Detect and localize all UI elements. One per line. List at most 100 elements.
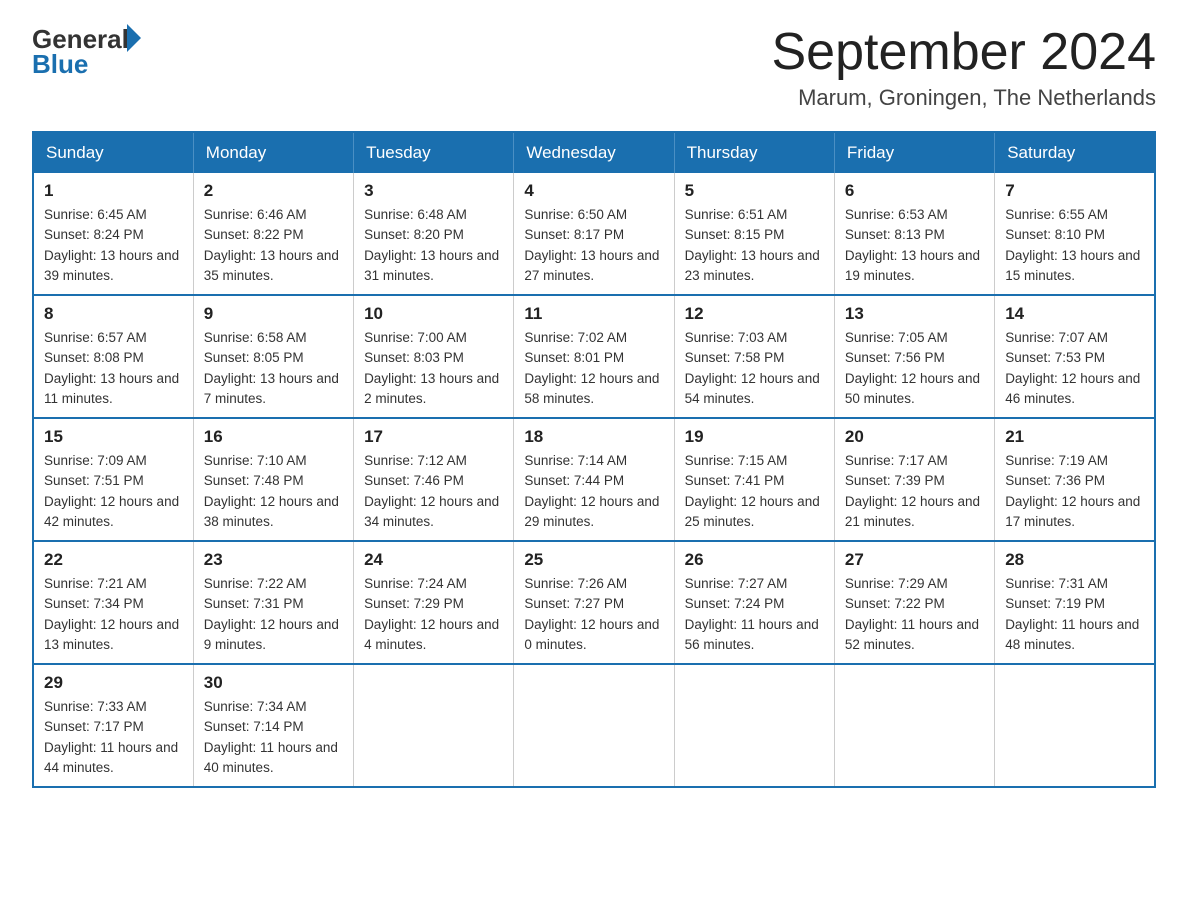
calendar-cell: 20 Sunrise: 7:17 AMSunset: 7:39 PMDaylig… bbox=[834, 418, 994, 541]
calendar-table: SundayMondayTuesdayWednesdayThursdayFrid… bbox=[32, 131, 1156, 788]
day-number: 29 bbox=[44, 673, 183, 693]
day-info: Sunrise: 7:22 AMSunset: 7:31 PMDaylight:… bbox=[204, 576, 339, 652]
calendar-cell: 6 Sunrise: 6:53 AMSunset: 8:13 PMDayligh… bbox=[834, 173, 994, 295]
location-subtitle: Marum, Groningen, The Netherlands bbox=[772, 85, 1157, 111]
logo: General Blue bbox=[32, 24, 141, 80]
calendar-cell: 10 Sunrise: 7:00 AMSunset: 8:03 PMDaylig… bbox=[354, 295, 514, 418]
day-number: 1 bbox=[44, 181, 183, 201]
day-info: Sunrise: 6:58 AMSunset: 8:05 PMDaylight:… bbox=[204, 330, 339, 406]
day-info: Sunrise: 7:34 AMSunset: 7:14 PMDaylight:… bbox=[204, 699, 338, 775]
day-number: 7 bbox=[1005, 181, 1144, 201]
calendar-cell: 21 Sunrise: 7:19 AMSunset: 7:36 PMDaylig… bbox=[995, 418, 1155, 541]
col-header-thursday: Thursday bbox=[674, 132, 834, 173]
calendar-cell: 23 Sunrise: 7:22 AMSunset: 7:31 PMDaylig… bbox=[193, 541, 353, 664]
calendar-cell: 1 Sunrise: 6:45 AMSunset: 8:24 PMDayligh… bbox=[33, 173, 193, 295]
day-info: Sunrise: 7:14 AMSunset: 7:44 PMDaylight:… bbox=[524, 453, 659, 529]
page-header: General Blue September 2024 Marum, Groni… bbox=[32, 24, 1156, 111]
calendar-cell: 30 Sunrise: 7:34 AMSunset: 7:14 PMDaylig… bbox=[193, 664, 353, 787]
day-info: Sunrise: 6:53 AMSunset: 8:13 PMDaylight:… bbox=[845, 207, 980, 283]
logo-arrow-icon bbox=[127, 24, 141, 52]
calendar-cell: 25 Sunrise: 7:26 AMSunset: 7:27 PMDaylig… bbox=[514, 541, 674, 664]
day-info: Sunrise: 7:00 AMSunset: 8:03 PMDaylight:… bbox=[364, 330, 499, 406]
day-number: 24 bbox=[364, 550, 503, 570]
col-header-friday: Friday bbox=[834, 132, 994, 173]
calendar-cell: 22 Sunrise: 7:21 AMSunset: 7:34 PMDaylig… bbox=[33, 541, 193, 664]
calendar-week-row: 1 Sunrise: 6:45 AMSunset: 8:24 PMDayligh… bbox=[33, 173, 1155, 295]
calendar-cell bbox=[995, 664, 1155, 787]
day-number: 27 bbox=[845, 550, 984, 570]
day-info: Sunrise: 6:55 AMSunset: 8:10 PMDaylight:… bbox=[1005, 207, 1140, 283]
col-header-tuesday: Tuesday bbox=[354, 132, 514, 173]
day-info: Sunrise: 7:24 AMSunset: 7:29 PMDaylight:… bbox=[364, 576, 499, 652]
calendar-week-row: 22 Sunrise: 7:21 AMSunset: 7:34 PMDaylig… bbox=[33, 541, 1155, 664]
calendar-cell bbox=[354, 664, 514, 787]
day-number: 20 bbox=[845, 427, 984, 447]
calendar-cell: 9 Sunrise: 6:58 AMSunset: 8:05 PMDayligh… bbox=[193, 295, 353, 418]
calendar-cell bbox=[674, 664, 834, 787]
calendar-cell: 7 Sunrise: 6:55 AMSunset: 8:10 PMDayligh… bbox=[995, 173, 1155, 295]
calendar-cell: 14 Sunrise: 7:07 AMSunset: 7:53 PMDaylig… bbox=[995, 295, 1155, 418]
calendar-header-row: SundayMondayTuesdayWednesdayThursdayFrid… bbox=[33, 132, 1155, 173]
day-info: Sunrise: 6:46 AMSunset: 8:22 PMDaylight:… bbox=[204, 207, 339, 283]
day-number: 18 bbox=[524, 427, 663, 447]
day-number: 2 bbox=[204, 181, 343, 201]
col-header-wednesday: Wednesday bbox=[514, 132, 674, 173]
day-number: 30 bbox=[204, 673, 343, 693]
calendar-cell: 28 Sunrise: 7:31 AMSunset: 7:19 PMDaylig… bbox=[995, 541, 1155, 664]
calendar-cell: 27 Sunrise: 7:29 AMSunset: 7:22 PMDaylig… bbox=[834, 541, 994, 664]
calendar-cell bbox=[834, 664, 994, 787]
day-number: 17 bbox=[364, 427, 503, 447]
day-number: 26 bbox=[685, 550, 824, 570]
col-header-sunday: Sunday bbox=[33, 132, 193, 173]
calendar-cell: 15 Sunrise: 7:09 AMSunset: 7:51 PMDaylig… bbox=[33, 418, 193, 541]
calendar-cell: 12 Sunrise: 7:03 AMSunset: 7:58 PMDaylig… bbox=[674, 295, 834, 418]
day-number: 14 bbox=[1005, 304, 1144, 324]
month-title: September 2024 bbox=[772, 24, 1157, 81]
day-number: 9 bbox=[204, 304, 343, 324]
calendar-week-row: 29 Sunrise: 7:33 AMSunset: 7:17 PMDaylig… bbox=[33, 664, 1155, 787]
day-info: Sunrise: 7:27 AMSunset: 7:24 PMDaylight:… bbox=[685, 576, 819, 652]
calendar-cell: 13 Sunrise: 7:05 AMSunset: 7:56 PMDaylig… bbox=[834, 295, 994, 418]
day-info: Sunrise: 7:29 AMSunset: 7:22 PMDaylight:… bbox=[845, 576, 979, 652]
day-info: Sunrise: 7:33 AMSunset: 7:17 PMDaylight:… bbox=[44, 699, 178, 775]
calendar-cell: 29 Sunrise: 7:33 AMSunset: 7:17 PMDaylig… bbox=[33, 664, 193, 787]
day-number: 6 bbox=[845, 181, 984, 201]
day-number: 4 bbox=[524, 181, 663, 201]
day-number: 28 bbox=[1005, 550, 1144, 570]
day-info: Sunrise: 7:26 AMSunset: 7:27 PMDaylight:… bbox=[524, 576, 659, 652]
calendar-cell: 19 Sunrise: 7:15 AMSunset: 7:41 PMDaylig… bbox=[674, 418, 834, 541]
day-number: 23 bbox=[204, 550, 343, 570]
day-number: 3 bbox=[364, 181, 503, 201]
day-number: 16 bbox=[204, 427, 343, 447]
day-info: Sunrise: 6:45 AMSunset: 8:24 PMDaylight:… bbox=[44, 207, 179, 283]
day-number: 8 bbox=[44, 304, 183, 324]
col-header-saturday: Saturday bbox=[995, 132, 1155, 173]
day-info: Sunrise: 6:50 AMSunset: 8:17 PMDaylight:… bbox=[524, 207, 659, 283]
day-info: Sunrise: 7:19 AMSunset: 7:36 PMDaylight:… bbox=[1005, 453, 1140, 529]
day-number: 25 bbox=[524, 550, 663, 570]
calendar-cell: 18 Sunrise: 7:14 AMSunset: 7:44 PMDaylig… bbox=[514, 418, 674, 541]
day-info: Sunrise: 7:10 AMSunset: 7:48 PMDaylight:… bbox=[204, 453, 339, 529]
calendar-cell: 4 Sunrise: 6:50 AMSunset: 8:17 PMDayligh… bbox=[514, 173, 674, 295]
day-number: 5 bbox=[685, 181, 824, 201]
logo-blue: Blue bbox=[32, 49, 141, 80]
calendar-cell: 8 Sunrise: 6:57 AMSunset: 8:08 PMDayligh… bbox=[33, 295, 193, 418]
day-number: 12 bbox=[685, 304, 824, 324]
title-section: September 2024 Marum, Groningen, The Net… bbox=[772, 24, 1157, 111]
day-info: Sunrise: 7:31 AMSunset: 7:19 PMDaylight:… bbox=[1005, 576, 1139, 652]
calendar-cell: 2 Sunrise: 6:46 AMSunset: 8:22 PMDayligh… bbox=[193, 173, 353, 295]
day-info: Sunrise: 7:03 AMSunset: 7:58 PMDaylight:… bbox=[685, 330, 820, 406]
calendar-cell: 26 Sunrise: 7:27 AMSunset: 7:24 PMDaylig… bbox=[674, 541, 834, 664]
day-info: Sunrise: 7:21 AMSunset: 7:34 PMDaylight:… bbox=[44, 576, 179, 652]
day-info: Sunrise: 6:48 AMSunset: 8:20 PMDaylight:… bbox=[364, 207, 499, 283]
day-number: 19 bbox=[685, 427, 824, 447]
calendar-cell bbox=[514, 664, 674, 787]
calendar-cell: 3 Sunrise: 6:48 AMSunset: 8:20 PMDayligh… bbox=[354, 173, 514, 295]
day-number: 13 bbox=[845, 304, 984, 324]
day-number: 10 bbox=[364, 304, 503, 324]
col-header-monday: Monday bbox=[193, 132, 353, 173]
day-info: Sunrise: 7:05 AMSunset: 7:56 PMDaylight:… bbox=[845, 330, 980, 406]
day-info: Sunrise: 6:51 AMSunset: 8:15 PMDaylight:… bbox=[685, 207, 820, 283]
day-number: 21 bbox=[1005, 427, 1144, 447]
calendar-cell: 24 Sunrise: 7:24 AMSunset: 7:29 PMDaylig… bbox=[354, 541, 514, 664]
